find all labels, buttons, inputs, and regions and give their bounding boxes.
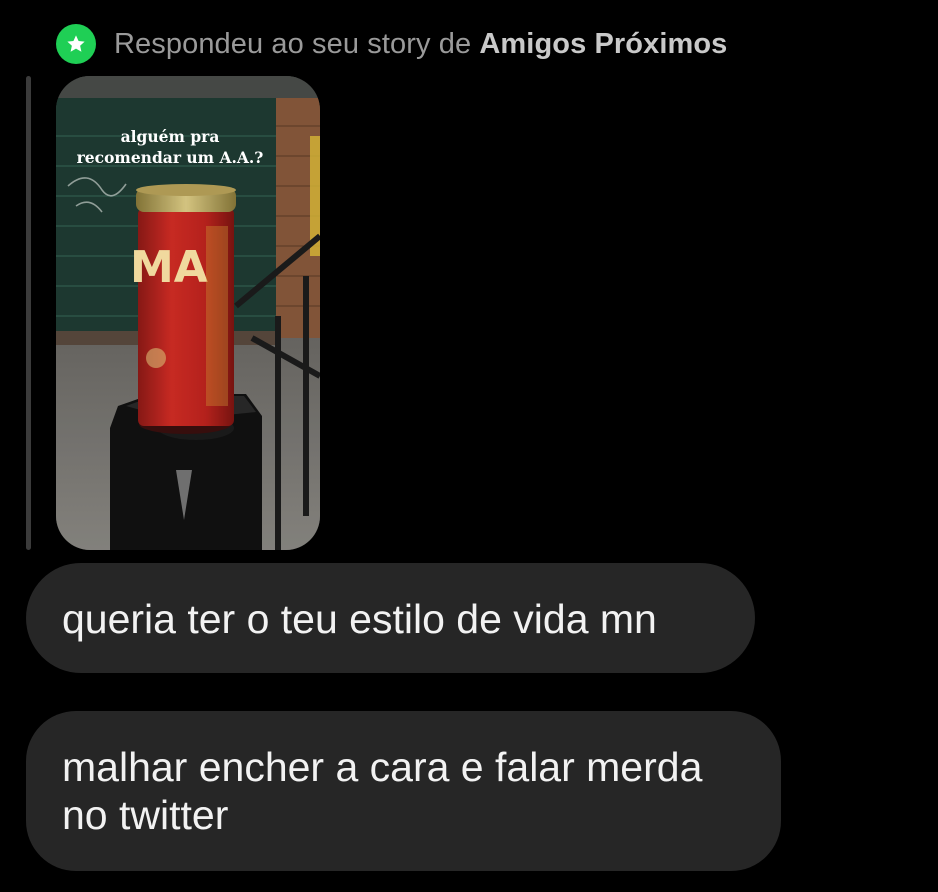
message-text-line-2: no twitter [62, 792, 229, 838]
message-bubble[interactable]: malhar encher a cara e falar merda no tw… [26, 711, 781, 871]
message-text-line-1: malhar encher a cara e falar merda [62, 744, 703, 790]
star-icon [67, 35, 85, 52]
close-friends-badge [56, 24, 96, 64]
dm-thread: Respondeu ao seu story de Amigos Próximo… [0, 0, 938, 892]
story-preview[interactable]: MA alguém pra recomendar um A.A.? [56, 76, 320, 550]
reply-quote-bar [26, 76, 31, 550]
story-caption-line-2: recomendar um A.A.? [76, 148, 264, 167]
story-audience-name: Amigos Próximos [479, 27, 728, 60]
message-text: queria ter o teu estilo de vida mn [62, 596, 657, 642]
story-caption: alguém pra recomendar um A.A.? [56, 126, 284, 168]
message-bubble[interactable]: queria ter o teu estilo de vida mn [26, 563, 755, 673]
story-reply-label: Respondeu ao seu story de Amigos Próximo… [114, 28, 727, 61]
story-caption-line-1: alguém pra [120, 127, 220, 146]
story-reply-header: Respondeu ao seu story de Amigos Próximo… [56, 24, 727, 64]
story-reply-prefix: Respondeu ao seu story de [114, 27, 472, 60]
